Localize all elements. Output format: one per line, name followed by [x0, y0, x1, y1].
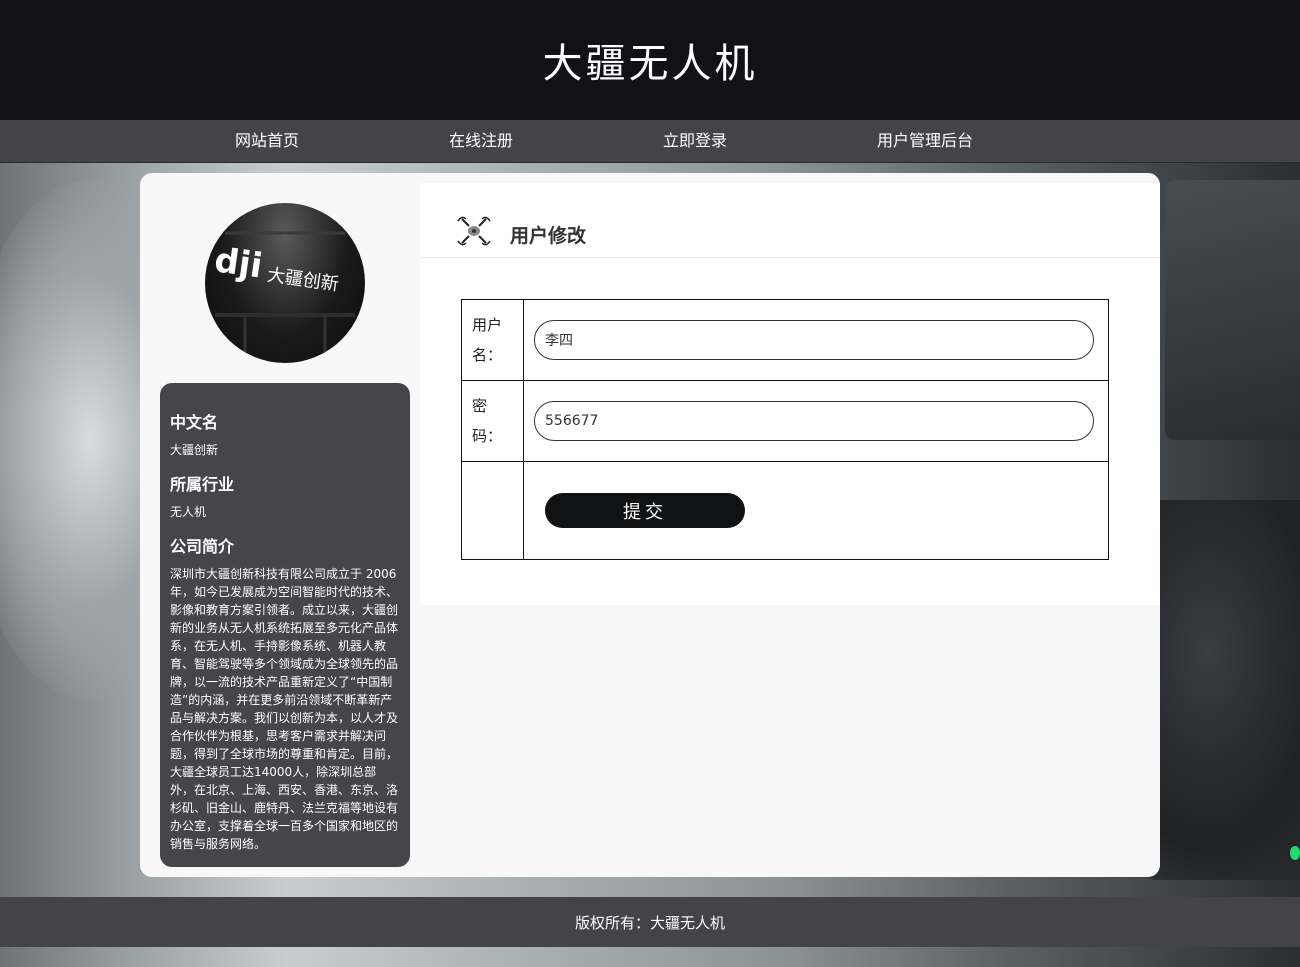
svg-text:dji: dji — [212, 240, 265, 286]
info-heading-industry: 所属行业 — [170, 475, 235, 494]
panel-title: 用户修改 — [510, 225, 587, 247]
empty-label-cell — [461, 461, 524, 560]
nav-item-login[interactable]: 立即登录 — [663, 120, 727, 162]
username-input[interactable] — [534, 320, 1094, 360]
info-text-intro: 深圳市大疆创新科技有限公司成立于 2006 年，如今已发展成为空间智能时代的技术… — [170, 567, 399, 851]
company-info-box: 中文名 大疆创新 所属行业 无人机 公司简介 深圳市大疆创新科技有限公司成立于 … — [160, 383, 410, 867]
info-text-name: 大疆创新 — [170, 443, 219, 457]
password-input[interactable] — [534, 401, 1094, 441]
site-footer: 版权所有：大疆无人机 — [0, 897, 1300, 947]
background-indicator-light — [1290, 846, 1300, 860]
svg-text:大疆创新: 大疆创新 — [266, 265, 340, 296]
username-label: 用户名： — [461, 299, 524, 381]
user-edit-form: 用户名： 密码： 提交 — [461, 299, 1109, 560]
user-edit-panel: 用户修改 用户名： 密码： 提交 — [420, 183, 1160, 605]
copyright-text: 版权所有：大疆无人机 — [574, 913, 725, 932]
main-nav: 网站首页 在线注册 立即登录 用户管理后台 — [0, 120, 1300, 163]
nav-item-admin[interactable]: 用户管理后台 — [877, 120, 973, 162]
info-heading-name: 中文名 — [170, 413, 219, 432]
info-text-industry: 无人机 — [170, 505, 207, 519]
site-header: 大疆无人机 — [0, 0, 1300, 120]
nav-item-home[interactable]: 网站首页 — [235, 120, 299, 162]
password-label: 密码： — [461, 380, 524, 462]
nav-item-register[interactable]: 在线注册 — [449, 120, 513, 162]
info-heading-intro: 公司简介 — [170, 537, 235, 556]
panel-header: 用户修改 — [420, 183, 1160, 258]
background-photo-right — [1165, 180, 1300, 440]
dji-logo-image: dji 大疆创新 — [205, 203, 365, 363]
submit-button[interactable]: 提交 — [545, 493, 745, 528]
username-cell — [523, 299, 1109, 381]
site-title: 大疆无人机 — [542, 41, 758, 87]
form-row-submit: 提交 — [461, 461, 1109, 560]
drone-icon — [457, 216, 491, 246]
password-cell — [523, 380, 1109, 462]
form-row-username: 用户名： — [461, 299, 1109, 381]
submit-cell: 提交 — [523, 461, 1109, 560]
form-row-password: 密码： — [461, 380, 1109, 462]
content-container: dji 大疆创新 中文名 大疆创新 所属行业 无人机 公司简介 深圳市大疆创新科… — [140, 173, 1160, 877]
